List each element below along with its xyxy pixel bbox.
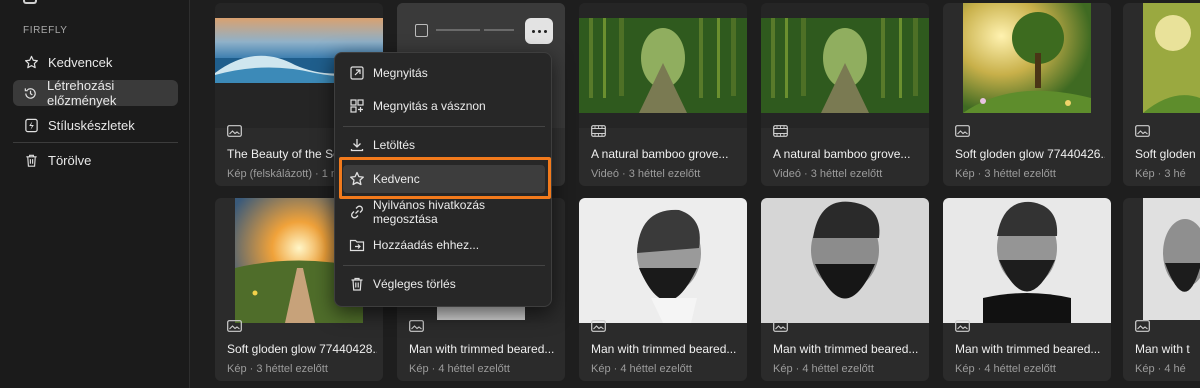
card-title: Soft gloden glow 77440426... — [955, 147, 1105, 161]
sidebar-item-style-kits[interactable]: Stíluskészletek — [13, 112, 178, 138]
asset-card[interactable]: Man with trimmed beared... Kép · 4 hétte… — [579, 198, 747, 381]
lightning-icon — [23, 117, 39, 133]
placeholder-line — [484, 29, 514, 31]
card-meta: Kép · 4 héttel ezelőtt — [955, 363, 1056, 375]
image-icon — [409, 320, 424, 332]
image-icon — [773, 320, 788, 332]
thumbnail-bamboo — [579, 3, 747, 128]
asset-card[interactable]: Soft gloden Kép · 3 hé — [1123, 3, 1200, 186]
thumbnail-golden-meadow — [943, 3, 1111, 128]
dot-icon — [531, 29, 535, 33]
thumbnail-golden-meadow — [1123, 3, 1200, 128]
card-meta: Videó · 3 héttel ezelőtt — [773, 168, 883, 180]
menu-item-delete-permanently[interactable]: Végleges törlés — [343, 270, 545, 298]
sidebar-item-deleted[interactable]: Törölve — [13, 147, 178, 173]
asset-card[interactable]: Man with trimmed beared... Kép · 4 hétte… — [761, 198, 929, 381]
clipped-icon — [23, 0, 37, 4]
video-icon — [591, 125, 606, 137]
menu-divider — [343, 126, 545, 127]
image-icon — [591, 320, 606, 332]
card-meta: Kép · 4 héttel ezelőtt — [773, 363, 874, 375]
dot-icon — [543, 29, 547, 33]
card-title: Man with trimmed beared... — [773, 342, 919, 356]
menu-item-label: Megnyitás — [373, 66, 428, 80]
menu-item-open[interactable]: Megnyitás — [343, 59, 545, 87]
image-icon — [1135, 125, 1150, 137]
sidebar-item-history[interactable]: Létrehozási előzmények — [13, 78, 178, 108]
select-checkbox[interactable] — [415, 24, 428, 37]
card-meta: Kép · 4 héttel ezelőtt — [591, 363, 692, 375]
card-title: A natural bamboo grove... — [773, 147, 911, 161]
menu-item-favorite[interactable]: Kedvenc — [343, 165, 545, 193]
menu-item-label: Végleges törlés — [373, 277, 456, 291]
card-title: A natural bamboo grove... — [591, 147, 729, 161]
sidebar-item-label: Kedvencek — [48, 54, 113, 70]
menu-item-share-link[interactable]: Nyilvános hivatkozás megosztása — [343, 198, 545, 226]
card-meta: Kép · 3 hé — [1135, 168, 1186, 180]
menu-item-label: Kedvenc — [373, 172, 420, 186]
image-icon — [227, 125, 242, 137]
asset-card[interactable]: A natural bamboo grove... Videó · 3 hétt… — [579, 3, 747, 186]
sidebar: FIREFLY Kedvencek Létrehozási előzmények… — [0, 0, 190, 388]
menu-item-label: Nyilvános hivatkozás megosztása — [373, 198, 486, 226]
placeholder-line — [436, 29, 480, 31]
link-icon — [349, 204, 365, 220]
image-icon — [955, 125, 970, 137]
card-title: Man with t — [1135, 342, 1190, 356]
card-meta: Videó · 3 héttel ezelőtt — [591, 168, 701, 180]
history-icon — [23, 85, 38, 101]
asset-card[interactable]: Man with trimmed beared... Kép · 4 hétte… — [943, 198, 1111, 381]
asset-card[interactable]: Man with t Kép · 4 hé — [1123, 198, 1200, 381]
menu-item-label: Megnyitás a vásznon — [373, 99, 486, 113]
card-meta: Kép · 3 héttel ezelőtt — [227, 363, 328, 375]
trash-icon — [349, 276, 365, 292]
thumbnail-bearded-man — [761, 198, 929, 323]
star-icon — [23, 54, 39, 70]
sidebar-item-favorites[interactable]: Kedvencek — [13, 49, 178, 75]
thumbnail-bearded-man — [579, 198, 747, 323]
card-title: Man with trimmed beared... — [955, 342, 1101, 356]
card-title: Soft gloden glow 77440428... — [227, 342, 377, 356]
sidebar-section-title: FIREFLY — [23, 25, 68, 36]
star-icon — [349, 171, 365, 187]
thumbnail-bamboo — [761, 3, 929, 128]
image-icon — [1135, 320, 1150, 332]
card-title: Man with trimmed beared... — [591, 342, 737, 356]
card-title: Man with trimmed beared... — [409, 342, 555, 356]
sidebar-item-label: Létrehozási előzmények — [47, 78, 117, 108]
menu-item-add-to[interactable]: Hozzáadás ehhez... — [343, 231, 545, 259]
sidebar-item-label: Stíluskészletek — [48, 117, 135, 133]
card-meta: Kép · 4 hé — [1135, 363, 1186, 375]
video-icon — [773, 125, 788, 137]
card-meta: Kép · 4 héttel ezelőtt — [409, 363, 510, 375]
card-title: Soft gloden — [1135, 147, 1196, 161]
menu-item-label: Hozzáadás ehhez... — [373, 238, 480, 252]
asset-card[interactable]: A natural bamboo grove... Videó · 3 hétt… — [761, 3, 929, 186]
menu-item-download[interactable]: Letöltés — [343, 131, 545, 159]
thumbnail-bearded-man — [943, 198, 1111, 323]
folder-add-icon — [349, 237, 365, 253]
asset-card[interactable]: Soft gloden glow 77440426... Kép · 3 hét… — [943, 3, 1111, 186]
open-icon — [349, 65, 365, 81]
dot-icon — [537, 29, 541, 33]
trash-icon — [23, 152, 39, 168]
card-meta: Kép · 3 héttel ezelőtt — [955, 168, 1056, 180]
menu-item-label: Letöltés — [373, 138, 416, 152]
menu-divider — [343, 265, 545, 266]
menu-item-open-canvas[interactable]: Megnyitás a vásznon — [343, 92, 545, 120]
image-icon — [227, 320, 242, 332]
thumbnail-bearded-man — [1123, 198, 1200, 323]
sidebar-divider — [13, 142, 178, 143]
sidebar-item-label: Törölve — [48, 152, 92, 168]
image-icon — [955, 320, 970, 332]
download-icon — [349, 137, 365, 153]
more-options-button[interactable] — [525, 18, 553, 44]
canvas-icon — [349, 98, 365, 114]
context-menu: Megnyitás Megnyitás a vásznon Letöltés K… — [334, 52, 552, 307]
